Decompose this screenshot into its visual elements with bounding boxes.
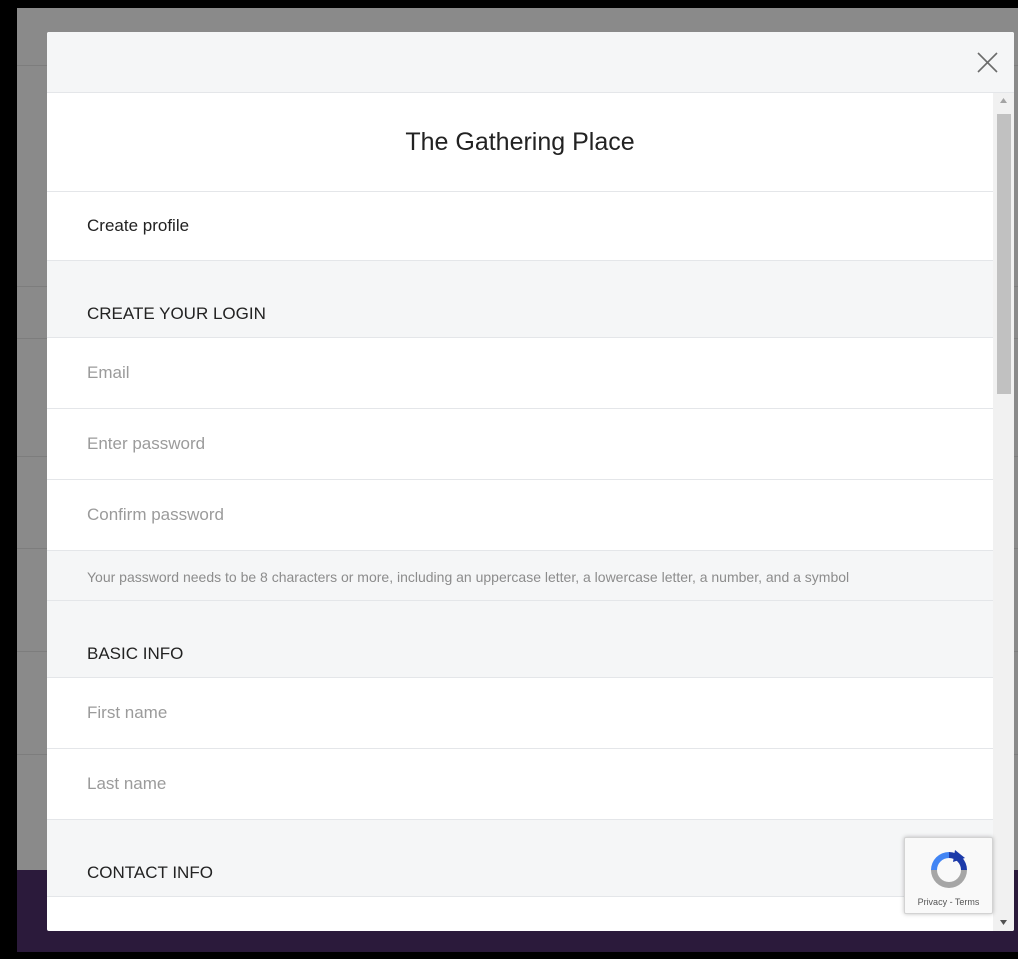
email-input[interactable] — [87, 363, 947, 383]
scroll-up-arrow[interactable] — [993, 93, 1014, 110]
recaptcha-links: Privacy - Terms — [905, 897, 992, 907]
contact-field-row — [47, 897, 993, 931]
last-name-input[interactable] — [87, 774, 947, 794]
triangle-up-icon — [1000, 98, 1007, 103]
confirm-password-field-row — [47, 480, 993, 551]
modal-subtitle: Create profile — [47, 192, 993, 261]
email-field-row — [47, 338, 993, 409]
section-header-basic-info: BASIC INFO — [47, 601, 993, 678]
recaptcha-icon — [931, 850, 967, 888]
password-input[interactable] — [87, 434, 947, 454]
modal-header — [47, 32, 1014, 93]
section-header-login: CREATE YOUR LOGIN — [47, 261, 993, 338]
scroll-down-arrow[interactable] — [993, 914, 1014, 931]
close-button[interactable] — [970, 45, 1004, 79]
close-icon — [977, 52, 998, 73]
last-name-field-row — [47, 749, 993, 820]
first-name-field-row — [47, 678, 993, 749]
recaptcha-badge[interactable]: Privacy - Terms — [904, 837, 993, 914]
recaptcha-privacy-link[interactable]: Privacy — [918, 897, 948, 907]
scroll-thumb[interactable] — [997, 114, 1011, 394]
modal-title: The Gathering Place — [47, 93, 993, 192]
recaptcha-terms-link[interactable]: Terms — [955, 897, 980, 907]
recaptcha-separator: - — [947, 897, 955, 907]
create-profile-modal: The Gathering Place Create profile CREAT… — [47, 32, 1014, 931]
section-header-contact-info: CONTACT INFO — [47, 820, 993, 897]
first-name-input[interactable] — [87, 703, 947, 723]
vertical-scrollbar[interactable] — [993, 93, 1014, 931]
confirm-password-input[interactable] — [87, 505, 947, 525]
password-field-row — [47, 409, 993, 480]
triangle-down-icon — [1000, 920, 1007, 925]
password-hint: Your password needs to be 8 characters o… — [47, 551, 993, 601]
modal-body[interactable]: The Gathering Place Create profile CREAT… — [47, 93, 1014, 931]
